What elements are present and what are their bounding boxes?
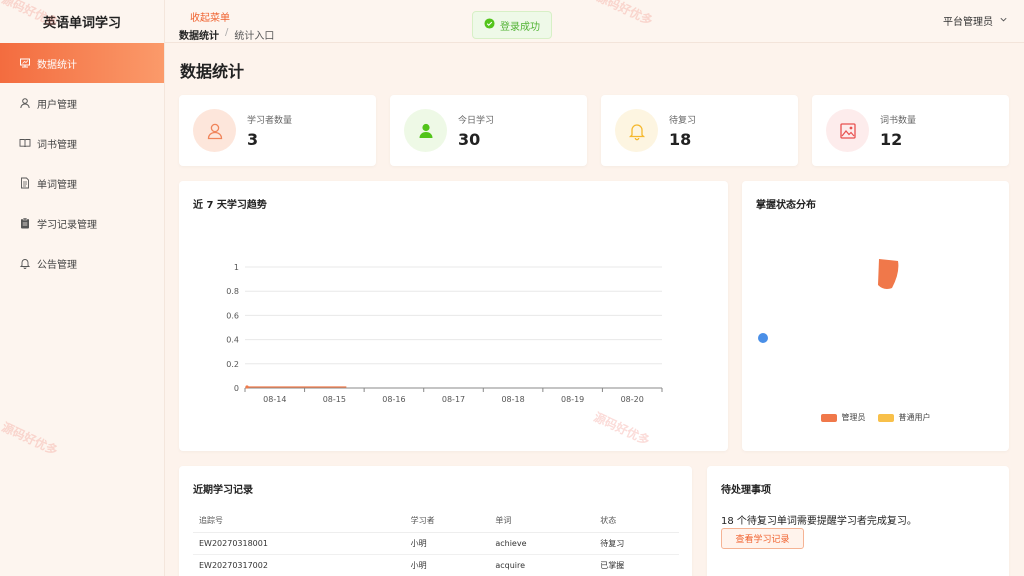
collapse-menu-button[interactable]: 收起菜单 <box>190 9 230 24</box>
page-title: 数据统计 <box>180 62 245 81</box>
chart-icon <box>18 57 31 70</box>
legend-item[interactable]: 普通用户 <box>877 412 931 423</box>
bell-icon <box>18 257 31 270</box>
stat-label: 待复习 <box>669 116 697 126</box>
stat-value: 18 <box>669 130 692 149</box>
document-icon <box>18 177 31 190</box>
table-cell: 待复习 <box>594 532 679 555</box>
table-cell: EW20270318001 <box>193 532 405 555</box>
todo-panel: 待处理事项 18 个待复习单词需要提醒学习者完成复习。 查看学习记录 <box>707 466 1009 576</box>
table-cell: achieve <box>489 532 595 555</box>
column-header: 状态 <box>594 510 679 533</box>
stat-value: 12 <box>880 130 903 149</box>
user-icon <box>18 97 31 110</box>
sidebar-item-statistics[interactable]: 数据统计 <box>0 43 164 83</box>
table-row[interactable]: EW20270318001 小明 achieve 待复习 <box>193 532 679 555</box>
bell-icon <box>615 109 658 152</box>
legend-swatch <box>820 413 837 422</box>
distribution-panel: 掌握状态分布 管理员 普通用户 <box>742 181 1009 451</box>
book-icon <box>18 137 31 150</box>
breadcrumb-separator: / <box>225 27 229 38</box>
trend-panel: 近 7 天学习趋势 0 0.2 0.4 0.6 0.8 1 08-14 08-15 08-16 0… <box>179 181 728 451</box>
y-tick-label: 0.6 <box>226 311 239 320</box>
x-tick-label: 08-16 <box>382 395 405 404</box>
pie-slice-admin <box>878 259 899 289</box>
sidebar-item-books[interactable]: 词书管理 <box>0 123 164 163</box>
user-icon <box>193 109 236 152</box>
sidebar-item-label: 学习记录管理 <box>37 219 97 231</box>
app-title: 英语单词学习 <box>42 15 121 31</box>
panel-title: 待处理事项 <box>721 485 771 496</box>
stat-label: 学习者数量 <box>247 116 293 126</box>
view-records-button[interactable]: 查看学习记录 <box>721 528 804 549</box>
stat-card-today: 今日学习 30 <box>390 95 587 166</box>
sidebar-item-users[interactable]: 用户管理 <box>0 83 164 123</box>
stat-card-review: 待复习 18 <box>601 95 798 166</box>
y-tick-label: 0 <box>234 384 239 393</box>
legend-label: 普通用户 <box>898 413 931 422</box>
sidebar-item-announcements[interactable]: 公告管理 <box>0 243 164 283</box>
distribution-chart <box>756 259 899 345</box>
data-point <box>245 385 249 389</box>
table-header-row: 追踪号 学习者 单词 状态 <box>193 510 679 533</box>
legend-swatch <box>877 413 894 422</box>
sidebar-item-label: 用户管理 <box>37 99 77 111</box>
sidebar-item-label: 数据统计 <box>37 59 77 71</box>
toast-message: 登录成功 <box>500 21 540 33</box>
x-tick-label: 08-19 <box>561 395 584 404</box>
sidebar-item-label: 公告管理 <box>37 259 77 271</box>
stat-label: 词书数量 <box>880 116 917 126</box>
top-header: 收起菜单 数据统计 / 统计入口 平台管理员 <box>165 0 1024 43</box>
todo-message: 18 个待复习单词需要提醒学习者完成复习。 <box>721 516 917 527</box>
user-name: 平台管理员 <box>943 17 993 28</box>
image-icon <box>826 109 869 152</box>
stat-value: 30 <box>458 130 481 149</box>
stat-card-books: 词书数量 12 <box>812 95 1009 166</box>
sidebar: 英语单词学习 数据统计 用户管理 词书管理 单词管理 学习记录管理 公告管理 <box>0 0 165 576</box>
column-header: 单词 <box>489 510 595 533</box>
breadcrumb: 数据统计 / 统计入口 <box>179 27 274 42</box>
chart-legend: 管理员 普通用户 <box>742 412 1009 423</box>
legend-label: 管理员 <box>841 413 866 422</box>
chevron-down-icon <box>999 15 1008 27</box>
legend-item[interactable]: 管理员 <box>820 412 866 423</box>
column-header: 学习者 <box>404 510 490 533</box>
y-tick-label: 0.4 <box>226 336 239 345</box>
person-icon <box>404 109 447 152</box>
clipboard-icon <box>18 217 31 230</box>
trend-chart: 0 0.2 0.4 0.6 0.8 1 08-14 08-15 08-16 08-17 08-18 0… <box>226 263 663 404</box>
stat-value: 3 <box>247 130 259 149</box>
records-table: 追踪号 学习者 单词 状态 EW20270318001 小明 achieve 待… <box>193 510 679 576</box>
stat-card-learners: 学习者数量 3 <box>179 95 376 166</box>
column-header: 追踪号 <box>193 510 405 533</box>
sidebar-item-label: 单词管理 <box>37 179 77 191</box>
x-tick-label: 08-15 <box>323 395 346 404</box>
y-tick-label: 0.2 <box>226 360 239 369</box>
table-cell: 已掌握 <box>594 554 679 576</box>
table-cell: 小明 <box>404 554 490 576</box>
y-tick-label: 0.8 <box>226 287 239 296</box>
sidebar-item-label: 词书管理 <box>37 139 77 151</box>
sidebar-item-words[interactable]: 单词管理 <box>0 163 164 203</box>
stat-label: 今日学习 <box>458 116 495 126</box>
panel-title: 近期学习记录 <box>193 485 253 496</box>
table-cell: acquire <box>489 554 595 576</box>
table-row[interactable]: EW20270317002 小明 acquire 已掌握 <box>193 554 679 576</box>
check-circle-icon <box>484 18 495 32</box>
x-tick-label: 08-20 <box>621 395 644 404</box>
recent-records-panel: 近期学习记录 追踪号 学习者 单词 状态 EW20270318001 小明 ac… <box>179 466 692 576</box>
y-tick-label: 1 <box>234 263 239 272</box>
table-cell: EW20270317002 <box>193 554 405 576</box>
breadcrumb-item[interactable]: 数据统计 <box>179 27 219 42</box>
x-tick-label: 08-17 <box>442 395 465 404</box>
user-menu[interactable]: 平台管理员 <box>943 13 1008 28</box>
pie-marker-user-dot <box>758 333 768 343</box>
x-tick-label: 08-14 <box>263 395 286 404</box>
breadcrumb-item: 统计入口 <box>234 31 275 42</box>
table-cell: 小明 <box>404 532 490 555</box>
x-tick-label: 08-18 <box>501 395 524 404</box>
sidebar-item-records[interactable]: 学习记录管理 <box>0 203 164 243</box>
sidebar-menu: 数据统计 用户管理 词书管理 单词管理 学习记录管理 公告管理 <box>0 43 164 283</box>
success-toast: 登录成功 <box>472 11 552 39</box>
